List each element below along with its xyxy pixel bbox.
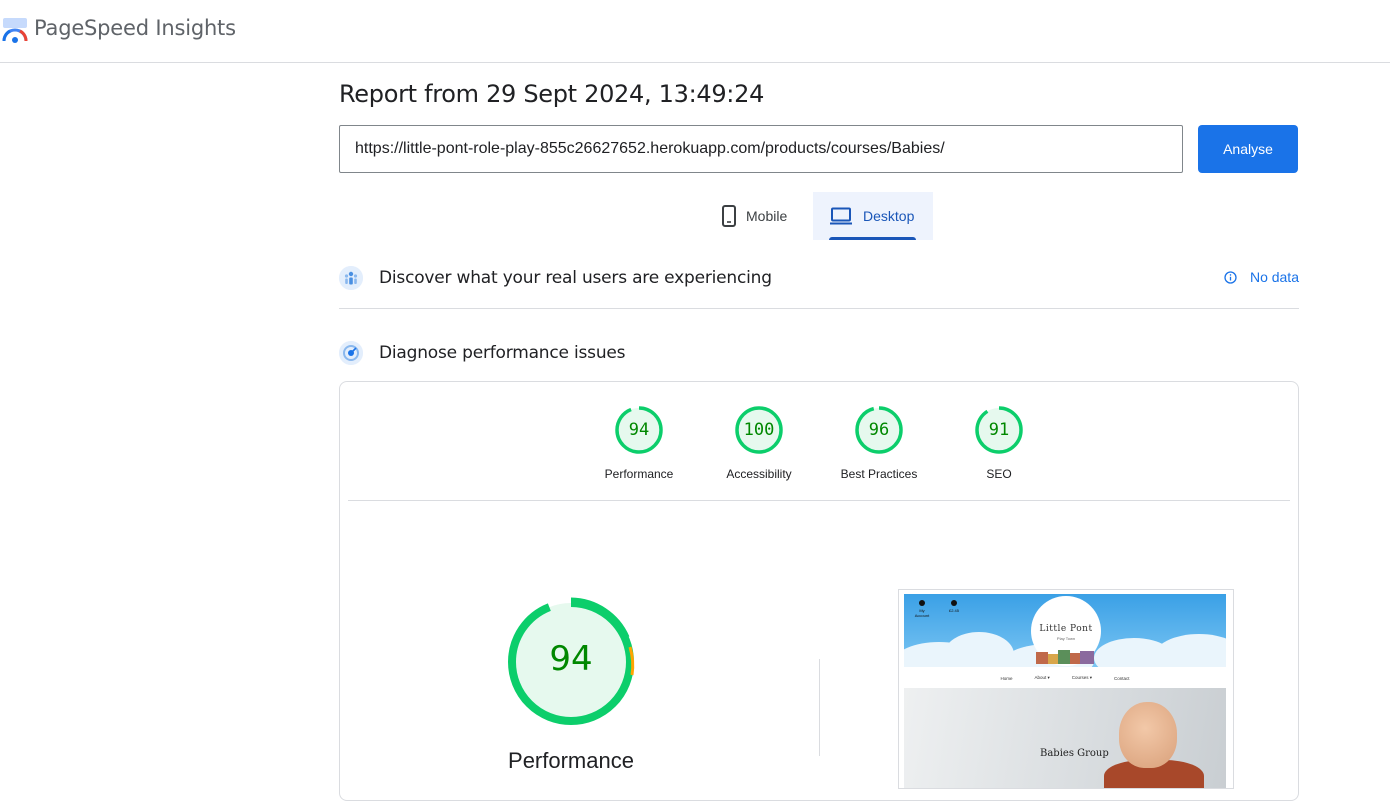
account-icon: My Account [912, 600, 932, 618]
gauge-icon [339, 341, 363, 365]
score-best-practices[interactable]: 96 Best Practices [819, 406, 939, 481]
no-data-label: No data [1249, 269, 1299, 285]
tab-mobile-label: Mobile [746, 208, 788, 224]
site-caption: Babies Group [1040, 748, 1109, 759]
lighthouse-report-card: 94 Performance 100 Accessibility 96 Best… [339, 381, 1299, 801]
section-divider [339, 308, 1299, 309]
crux-title: Discover what your real users are experi… [379, 268, 772, 288]
card-divider [348, 500, 1290, 501]
site-logo: Little Pont Play Town [1031, 596, 1101, 666]
performance-score: 94 [628, 420, 650, 440]
diagnose-section-header: Diagnose performance issues [339, 339, 1299, 367]
site-hero-photo: Babies Group [904, 688, 1226, 788]
accessibility-label: Accessibility [726, 467, 792, 481]
site-logo-sub: Play Town [1056, 636, 1076, 641]
brand-title[interactable]: PageSpeed Insights [34, 16, 236, 40]
site-logo-text: Little Pont [1039, 624, 1093, 634]
analyse-button[interactable]: Analyse [1198, 125, 1298, 173]
final-screenshot: My Account £2.45 Little Pont Play Town H… [898, 589, 1234, 789]
score-accessibility[interactable]: 100 Accessibility [699, 406, 819, 481]
seo-gauge: 91 [975, 406, 1023, 454]
tab-active-indicator [829, 237, 916, 240]
score-performance[interactable]: 94 Performance [579, 406, 699, 481]
tab-desktop-label: Desktop [863, 208, 915, 224]
laptop-icon [830, 207, 852, 225]
seo-score: 91 [988, 420, 1010, 440]
performance-main-score: 94 [549, 639, 593, 679]
score-seo[interactable]: 91 SEO [939, 406, 1059, 481]
performance-label: Performance [604, 467, 674, 481]
accessibility-score: 100 [743, 420, 775, 440]
tab-desktop[interactable]: Desktop [813, 192, 933, 240]
accessibility-gauge: 100 [735, 406, 783, 454]
best-practices-score: 96 [868, 420, 890, 440]
report-title: Report from 29 Sept 2024, 13:49:24 [339, 80, 765, 108]
diagnose-title: Diagnose performance issues [379, 343, 626, 363]
users-icon [339, 266, 363, 290]
seo-label: SEO [986, 467, 1012, 481]
crux-section-header[interactable]: Discover what your real users are experi… [339, 264, 1299, 292]
url-input[interactable] [339, 125, 1183, 173]
performance-gauge: 94 [615, 406, 663, 454]
info-icon [1224, 270, 1237, 284]
best-practices-label: Best Practices [840, 467, 918, 481]
top-bar: PageSpeed Insights [0, 0, 1390, 63]
site-nav: Home About ▾ Courses ▾ Contact [1000, 675, 1130, 681]
tab-mobile[interactable]: Mobile [706, 192, 812, 240]
no-data-status[interactable]: No data [1224, 269, 1299, 285]
phone-icon [722, 205, 736, 227]
bag-icon: £2.45 [944, 600, 964, 616]
pagespeed-logo-icon[interactable] [2, 17, 28, 43]
best-practices-gauge: 96 [855, 406, 903, 454]
performance-main-label: Performance [508, 748, 634, 773]
screenshot-hero: My Account £2.45 Little Pont Play Town [904, 594, 1226, 667]
vertical-divider [819, 659, 820, 756]
